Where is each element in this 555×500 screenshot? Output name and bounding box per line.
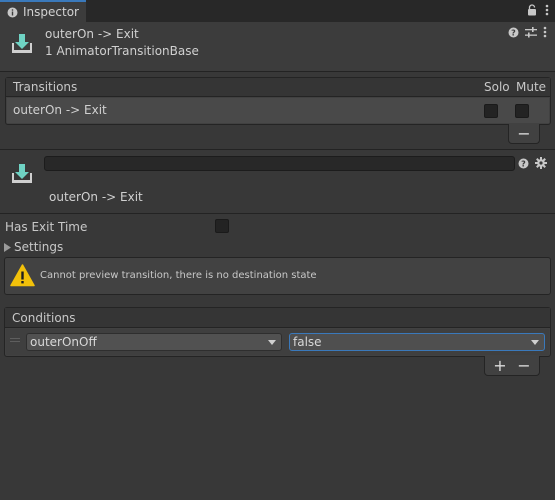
- remove-transition-button[interactable]: −: [509, 124, 539, 142]
- tab-tools: [527, 4, 549, 16]
- conditions-title: Conditions: [12, 311, 76, 325]
- transitions-list: Transitions Solo Mute outerOn -> Exit: [5, 77, 551, 125]
- parameter-dropdown[interactable]: outerOnOff: [26, 333, 282, 351]
- transition-name-field[interactable]: [44, 156, 515, 171]
- mute-column-label: Mute: [516, 80, 547, 94]
- svg-text:?: ?: [521, 159, 526, 168]
- tab-label: Inspector: [23, 5, 79, 19]
- parameter-dropdown-value: outerOnOff: [30, 335, 97, 349]
- transition-row-label: outerOn -> Exit: [13, 103, 107, 117]
- transitions-title: Transitions: [13, 80, 78, 94]
- value-dropdown-value: false: [293, 335, 322, 349]
- help-icon[interactable]: ?: [518, 158, 529, 169]
- transition-icon: [10, 31, 34, 55]
- warning-helpbox: Cannot preview transition, there is no d…: [4, 257, 551, 295]
- conditions-header: Conditions: [5, 308, 550, 328]
- tab-bar: Inspector: [0, 0, 555, 22]
- conditions-list: Conditions outerOnOff false: [4, 307, 551, 357]
- more-options-icon[interactable]: [543, 26, 547, 38]
- transition-icon: [10, 161, 34, 185]
- value-dropdown[interactable]: false: [289, 333, 545, 351]
- lock-icon[interactable]: [527, 4, 537, 16]
- chevron-down-icon: [531, 340, 539, 345]
- help-icon[interactable]: ?: [508, 27, 519, 38]
- drag-handle-icon[interactable]: [10, 338, 20, 344]
- has-exit-time-label: Has Exit Time: [5, 220, 88, 234]
- settings-foldout[interactable]: Settings: [4, 240, 63, 254]
- solo-column-label: Solo: [484, 80, 510, 94]
- inspector-header: outerOn -> Exit 1 AnimatorTransitionBase…: [0, 22, 555, 72]
- header-title: outerOn -> Exit: [45, 27, 139, 41]
- transition-row[interactable]: outerOn -> Exit: [7, 98, 549, 123]
- more-options-icon[interactable]: [545, 4, 549, 16]
- condition-row[interactable]: outerOnOff false: [6, 329, 549, 355]
- foldout-arrow-icon: [4, 242, 11, 252]
- presets-icon[interactable]: [525, 26, 537, 38]
- solo-checkbox[interactable]: [484, 104, 498, 118]
- transitions-header: Transitions Solo Mute: [6, 78, 550, 97]
- chevron-down-icon: [268, 340, 276, 345]
- header-subtitle: 1 AnimatorTransitionBase: [45, 44, 199, 58]
- warning-icon: [10, 264, 35, 287]
- add-condition-button[interactable]: +: [491, 358, 509, 374]
- mute-checkbox[interactable]: [515, 104, 529, 118]
- divider: [0, 149, 555, 150]
- tab-inspector[interactable]: Inspector: [0, 0, 86, 22]
- gear-icon[interactable]: [535, 157, 547, 169]
- header-tools: ?: [508, 26, 547, 38]
- remove-condition-button[interactable]: −: [515, 358, 533, 374]
- warning-text: Cannot preview transition, there is no d…: [40, 270, 317, 281]
- transitions-footer: −: [508, 124, 540, 144]
- transition-detail-label: outerOn -> Exit: [49, 190, 143, 204]
- divider: [0, 213, 555, 214]
- conditions-footer: + −: [484, 356, 540, 376]
- has-exit-time-checkbox[interactable]: [215, 219, 229, 233]
- svg-text:?: ?: [511, 28, 516, 37]
- detail-tools: ?: [518, 157, 547, 169]
- settings-label: Settings: [14, 240, 64, 254]
- info-icon: [7, 7, 18, 18]
